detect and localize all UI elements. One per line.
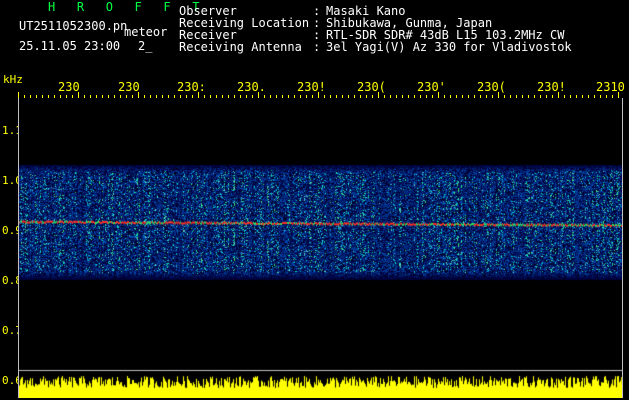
counter-label: 2_ xyxy=(138,39,153,53)
colon-separator: : xyxy=(313,40,321,54)
antenna-label: Receiving Antenna xyxy=(179,40,302,54)
spectrogram-waterfall xyxy=(18,98,623,398)
antenna-value: 3el Yagi(V) Az 330 for Vladivostok xyxy=(326,40,572,54)
unit-label: kHz xyxy=(3,73,23,86)
meteor-label: meteor xyxy=(124,25,168,39)
datetime-label: 25.11.05 23:00 xyxy=(19,39,121,53)
filename-label: UT2511052300.pn xyxy=(19,19,128,33)
